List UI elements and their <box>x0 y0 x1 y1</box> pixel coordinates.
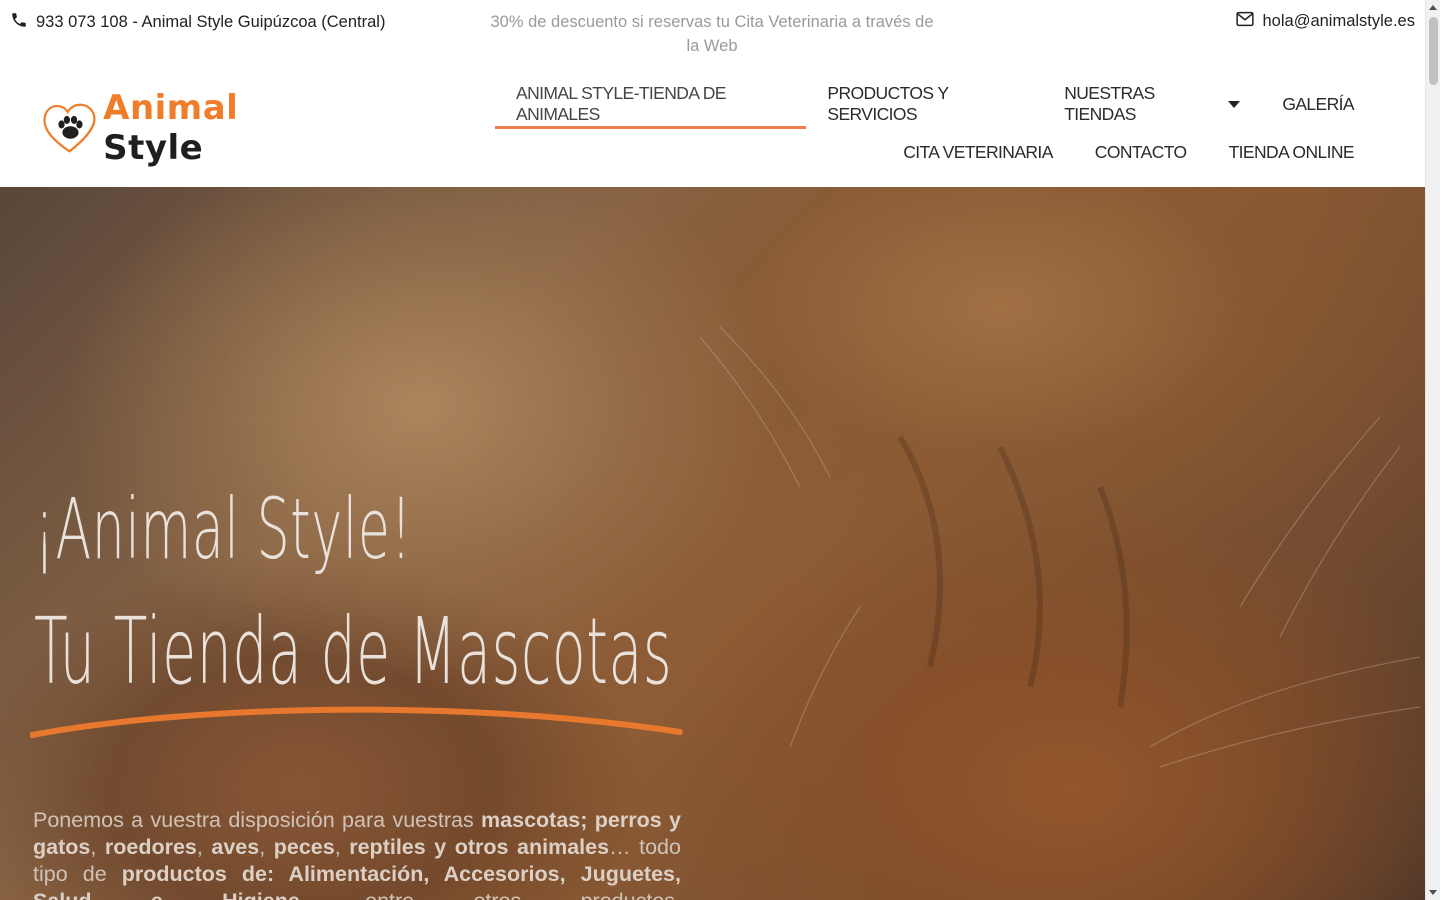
hero-title-line-1: ¡Animal Style! <box>34 480 413 578</box>
hero-underline-stroke <box>30 706 683 738</box>
envelope-icon <box>1235 11 1254 32</box>
top-bar: 933 073 108 - Animal Style Guipúzcoa (Ce… <box>0 0 1425 62</box>
heart-paw-logo-icon <box>43 103 96 153</box>
scroll-up-arrow-icon[interactable] <box>1429 5 1437 10</box>
email-contact[interactable]: hola@animalstyle.es <box>1235 11 1416 32</box>
page-scrollbar[interactable] <box>1425 0 1440 900</box>
hero-section: ¡Animal Style! Tu Tienda de Mascotas Pon… <box>0 187 1425 900</box>
site-header: Animal Style ANIMAL STYLE-TIENDA DE ANIM… <box>0 62 1425 187</box>
caret-down-icon[interactable] <box>1228 100 1241 108</box>
hero-description: Ponemos a vuestra disposición para vuest… <box>33 808 681 900</box>
scroll-down-arrow-icon[interactable] <box>1429 890 1437 895</box>
phone-text: 933 073 108 - Animal Style Guipúzcoa (Ce… <box>36 13 386 31</box>
main-nav: ANIMAL STYLE-TIENDA DE ANIMALES PRODUCTO… <box>495 80 1375 176</box>
scrollbar-thumb[interactable] <box>1429 17 1438 85</box>
phone-icon <box>10 11 28 34</box>
nav-item-animal-style[interactable]: ANIMAL STYLE-TIENDA DE ANIMALES <box>495 80 807 129</box>
nav-row-2: CITA VETERINARIA CONTACTO TIENDA ONLINE <box>495 128 1375 176</box>
phone-contact[interactable]: 933 073 108 - Animal Style Guipúzcoa (Ce… <box>10 11 385 34</box>
email-text: hola@animalstyle.es <box>1262 12 1416 30</box>
promo-banner: 30% de descuento si reservas tu Cita Vet… <box>490 13 934 55</box>
logo-text: Animal Style <box>103 88 239 168</box>
nav-item-tienda-online[interactable]: TIENDA ONLINE <box>1208 128 1375 176</box>
nav-item-productos[interactable]: PRODUCTOS Y SERVICIOS <box>806 80 1043 128</box>
nav-item-galeria[interactable]: GALERÍA <box>1261 80 1375 128</box>
nav-item-cita-veterinaria[interactable]: CITA VETERINARIA <box>882 128 1074 176</box>
site-logo[interactable]: Animal Style <box>40 88 325 168</box>
hero-title: ¡Animal Style! Tu Tienda de Mascotas <box>34 479 1098 707</box>
nav-row-1: ANIMAL STYLE-TIENDA DE ANIMALES PRODUCTO… <box>495 80 1375 129</box>
nav-item-tiendas[interactable]: NUESTRAS TIENDAS <box>1043 80 1261 128</box>
nav-item-contacto[interactable]: CONTACTO <box>1074 128 1208 176</box>
